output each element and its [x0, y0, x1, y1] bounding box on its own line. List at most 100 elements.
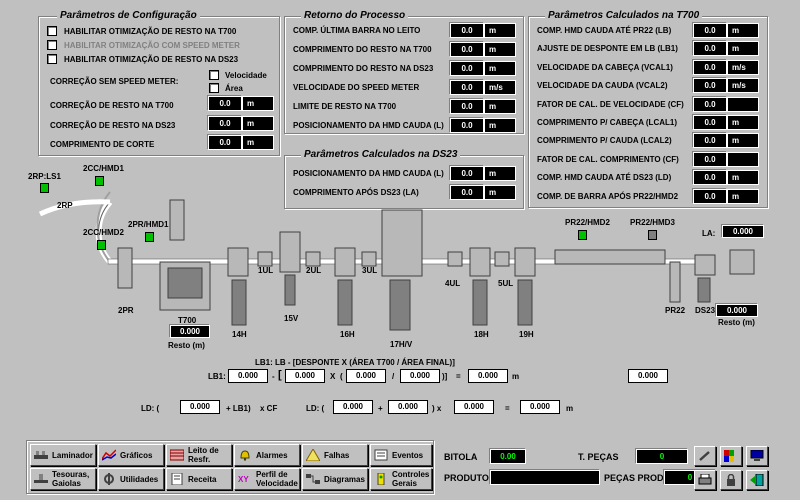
- label-18h: 18H: [474, 330, 489, 339]
- ld-label-2: LD: (: [306, 404, 325, 413]
- monitor-icon: [750, 450, 764, 461]
- lb1-value-1: 0.000: [228, 369, 268, 383]
- diagramas-button[interactable]: Diagramas: [302, 468, 368, 490]
- area-label: Área: [225, 84, 243, 93]
- retorno-row-unit: m: [484, 23, 516, 38]
- laminador-button[interactable]: Laminador: [30, 444, 96, 466]
- area-checkbox[interactable]: [209, 83, 219, 93]
- retorno-row-unit: m: [484, 42, 516, 57]
- corr-t700-value[interactable]: 0.0: [208, 96, 242, 111]
- stand-16h: [334, 247, 356, 326]
- lb1-description: LB1: LB - [DESPONTE X (ÁREA T700 / ÁREA …: [255, 358, 455, 367]
- tool-button[interactable]: [694, 446, 716, 466]
- tesouras-button[interactable]: Tesouras, Gaiolas: [30, 468, 96, 490]
- label-3ul: 3UL: [362, 266, 378, 275]
- t700-row-unit: [727, 96, 759, 112]
- exit-icon: [750, 474, 764, 486]
- t700-title: Parâmetros Calculados na T700: [545, 10, 703, 21]
- printer-icon: [698, 474, 712, 485]
- chart-icon: [102, 449, 116, 461]
- retorno-row-label: VELOCIDADE DO SPEED METER: [293, 83, 420, 92]
- opt-t700-checkbox[interactable]: [47, 26, 57, 36]
- eventos-button[interactable]: Eventos: [370, 444, 432, 466]
- comp-corte-label: COMPRIMENTO DE CORTE: [50, 140, 155, 149]
- ds23-title: Parâmetros Calculados na DS23: [301, 149, 461, 160]
- produto-label: PRODUTO: [444, 473, 489, 483]
- falhas-button[interactable]: Falhas: [302, 444, 368, 466]
- fault-icon: [306, 449, 320, 461]
- events-icon: [374, 449, 388, 461]
- lb1-value-2: 0.000: [285, 369, 325, 383]
- opt-speedmeter-label: HABILITAR OTIMIZAÇÃO COM SPEED METER: [64, 41, 240, 50]
- t700-row-unit: m: [727, 23, 759, 38]
- corr-ds23-value[interactable]: 0.0: [208, 116, 242, 131]
- retorno-row-value: 0.0: [450, 99, 484, 114]
- t700-row-unit: m/s: [727, 59, 759, 75]
- retorno-row-unit: m: [484, 99, 516, 114]
- la-value: 0.000: [722, 225, 764, 238]
- opt-ds23-checkbox[interactable]: [47, 54, 57, 64]
- ld-close: ) x: [432, 404, 442, 413]
- sensor-2cc-hmd2: [97, 240, 106, 250]
- lb1-equals: =: [456, 372, 461, 381]
- t700-row-unit: m: [727, 133, 759, 149]
- diagram-icon: [306, 474, 320, 484]
- leito-button[interactable]: Leito de Resfr.: [166, 444, 232, 466]
- ld-label-1: LD: (: [141, 404, 160, 413]
- label-2pr-hmd1: 2PR/HMD1: [128, 220, 169, 229]
- label-pr22: PR22: [665, 306, 686, 315]
- retorno-row-value: 0.0: [450, 80, 484, 95]
- ld-plus: +: [378, 404, 383, 413]
- t700-row-unit: m: [727, 115, 759, 130]
- ld-value-1: 0.000: [180, 400, 220, 414]
- retorno-row-value: 0.0: [450, 42, 484, 57]
- utilidades-button[interactable]: Utilidades: [98, 468, 164, 490]
- label-14h: 14H: [232, 330, 247, 339]
- velocidade-checkbox[interactable]: [209, 70, 219, 80]
- t700-row-value: 0.0: [693, 78, 727, 94]
- print-button[interactable]: [694, 470, 716, 490]
- ld-xcf: x CF: [260, 404, 278, 413]
- lb1-minus: -: [272, 372, 275, 381]
- lb1-value-3: 0.000: [346, 369, 386, 383]
- label-resto-t700: Resto (m): [168, 341, 205, 350]
- perfil-button[interactable]: XY Perfil de Velocidade: [234, 468, 300, 490]
- retorno-row-label: POSICIONAMENTO DA HMD CAUDA (L): [293, 121, 444, 130]
- controles-button[interactable]: Controles Gerais: [370, 468, 432, 490]
- graficos-button[interactable]: Gráficos: [98, 444, 164, 466]
- monitor-button[interactable]: [746, 446, 768, 466]
- mill-diagram: [38, 191, 755, 331]
- lock-icon: [727, 474, 735, 486]
- label-2cc-hmd1: 2CC/HMD1: [83, 164, 124, 173]
- comp-corte-unit: m: [242, 135, 274, 150]
- receita-button[interactable]: Receita: [166, 468, 232, 490]
- wrench-icon: [699, 451, 710, 461]
- retorno-row-value: 0.0: [450, 61, 484, 76]
- retorno-row-value: 0.0: [450, 118, 484, 133]
- retorno-row-label: COMPRIMENTO DO RESTO NA T700: [293, 45, 432, 54]
- label-ds23: DS23: [695, 306, 716, 315]
- alarmes-button[interactable]: Alarmes: [234, 444, 300, 466]
- sensor-2cc-hmd1: [95, 176, 104, 186]
- lb1-slash: /: [392, 372, 395, 381]
- ld-value-3: 0.000: [388, 400, 428, 414]
- lb1-close: )]: [442, 372, 448, 381]
- palette-button[interactable]: [720, 446, 742, 466]
- velocidade-label: Velocidade: [225, 71, 267, 80]
- lb1-value-4: 0.000: [400, 369, 440, 383]
- exit-button[interactable]: [746, 470, 768, 490]
- bitola-value: 0.00: [490, 449, 526, 464]
- lb1-unit: m: [512, 372, 520, 381]
- lock-button[interactable]: [720, 470, 742, 490]
- retorno-title: Retorno do Processo: [301, 10, 409, 21]
- t700-row-value: 0.0: [693, 96, 727, 112]
- ld-value-2: 0.000: [333, 400, 373, 414]
- t700-row-label: AJUSTE DE DESPONTE EM LB (LB1): [537, 44, 678, 54]
- t700-row-value: 0.0: [693, 133, 727, 149]
- label-5ul: 5UL: [498, 279, 514, 288]
- opt-speedmeter-checkbox[interactable]: [47, 40, 57, 50]
- bell-icon: [240, 450, 250, 461]
- ds23-resto-value: 0.000: [716, 304, 758, 317]
- comp-corte-value[interactable]: 0.0: [208, 135, 242, 150]
- t700-row-unit: m/s: [727, 78, 759, 94]
